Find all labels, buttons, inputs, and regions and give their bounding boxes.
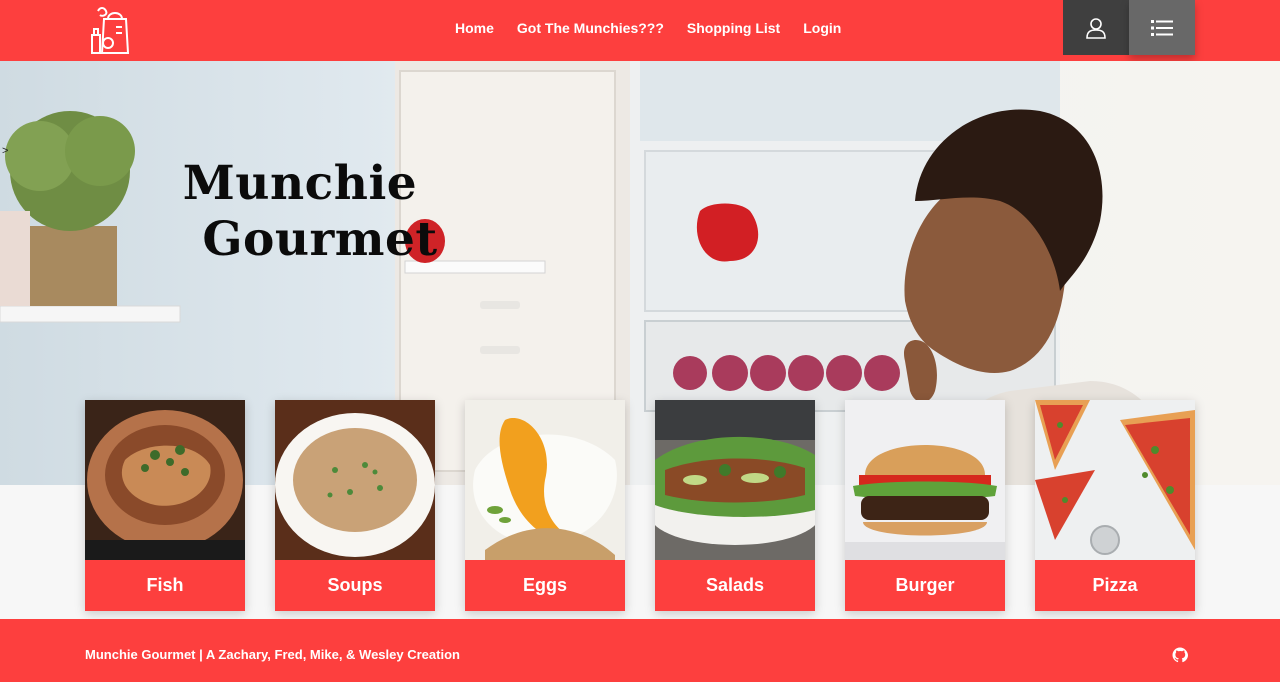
navbar: Home Got The Munchies??? Shopping List L… <box>0 0 1280 61</box>
category-card-burger[interactable]: Burger <box>845 400 1005 611</box>
site-title-line1: Munchie <box>182 156 418 211</box>
user-icon <box>1086 17 1106 39</box>
category-label: Eggs <box>465 560 625 611</box>
nav-home-link[interactable]: Home <box>455 20 494 36</box>
site-title-line2: Gourmet <box>202 212 438 267</box>
footer: Munchie Gourmet | A Zachary, Fred, Mike,… <box>0 619 1280 682</box>
salad-image <box>655 400 815 560</box>
nav-shopping-list-link[interactable]: Shopping List <box>687 20 780 36</box>
eggs-image <box>465 400 625 560</box>
category-label: Fish <box>85 560 245 611</box>
soup-image <box>275 400 435 560</box>
burger-image <box>845 400 1005 560</box>
category-card-soups[interactable]: Soups <box>275 400 435 611</box>
main-nav: Home Got The Munchies??? Shopping List L… <box>455 0 864 55</box>
category-label: Burger <box>845 560 1005 611</box>
list-button[interactable] <box>1129 0 1195 55</box>
pizza-image <box>1035 400 1195 560</box>
nav-munchies-link[interactable]: Got The Munchies??? <box>517 20 664 36</box>
grocery-bag-icon[interactable] <box>86 5 136 55</box>
sidebar-toggle-caret[interactable]: > <box>2 145 8 157</box>
user-button[interactable] <box>1063 0 1129 55</box>
category-card-salads[interactable]: Salads <box>655 400 815 611</box>
nav-login-link[interactable]: Login <box>803 20 841 36</box>
category-card-fish[interactable]: Fish <box>85 400 245 611</box>
category-label: Salads <box>655 560 815 611</box>
category-card-pizza[interactable]: Pizza <box>1035 400 1195 611</box>
site-title: Munchie Gourmet <box>150 156 450 268</box>
category-card-eggs[interactable]: Eggs <box>465 400 625 611</box>
list-icon <box>1151 19 1173 36</box>
fish-image <box>85 400 245 560</box>
category-label: Soups <box>275 560 435 611</box>
category-label: Pizza <box>1035 560 1195 611</box>
footer-credit: Munchie Gourmet | A Zachary, Fred, Mike,… <box>85 647 460 662</box>
github-icon[interactable] <box>1172 647 1188 663</box>
